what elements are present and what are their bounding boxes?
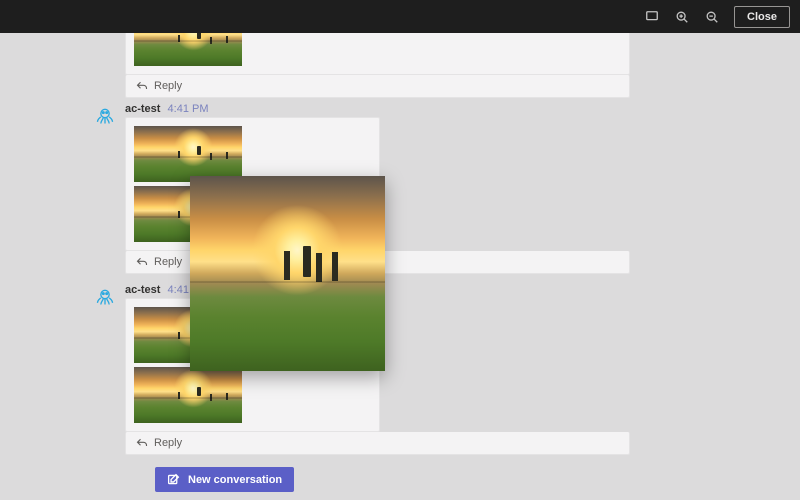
author-name: ac-test [125, 284, 160, 296]
image-thumbnail[interactable] [134, 33, 242, 66]
reply-icon [136, 80, 148, 92]
image-preview-popup[interactable] [190, 176, 385, 371]
expand-icon[interactable] [644, 9, 660, 25]
image-thumbnail[interactable] [134, 126, 242, 182]
close-button[interactable]: Close [734, 6, 790, 28]
new-conversation-label: New conversation [188, 474, 282, 486]
reply-icon [136, 437, 148, 449]
zoom-out-icon[interactable] [704, 9, 720, 25]
message-bubble [125, 33, 630, 75]
reply-bar[interactable]: Reply [125, 432, 630, 455]
message-author-line: ac-test 4:41 PM [125, 103, 660, 115]
reply-icon [136, 256, 148, 268]
zoom-in-icon[interactable] [674, 9, 690, 25]
message-item: Reply [125, 33, 660, 98]
reply-label: Reply [154, 80, 182, 92]
reply-bar[interactable]: Reply [125, 75, 630, 98]
new-conversation-button[interactable]: New conversation [155, 467, 294, 492]
compose-icon [167, 473, 180, 486]
message-feed: Reply ac-test 4:41 PM Reply ac-test 4:41… [0, 33, 800, 500]
reply-label: Reply [154, 256, 182, 268]
bot-avatar-icon [95, 287, 115, 307]
reply-label: Reply [154, 437, 182, 449]
author-name: ac-test [125, 103, 160, 115]
message-timestamp: 4:41 PM [168, 103, 209, 115]
image-thumbnail[interactable] [134, 367, 242, 423]
bot-avatar-icon [95, 106, 115, 126]
viewer-header: Close [0, 0, 800, 33]
